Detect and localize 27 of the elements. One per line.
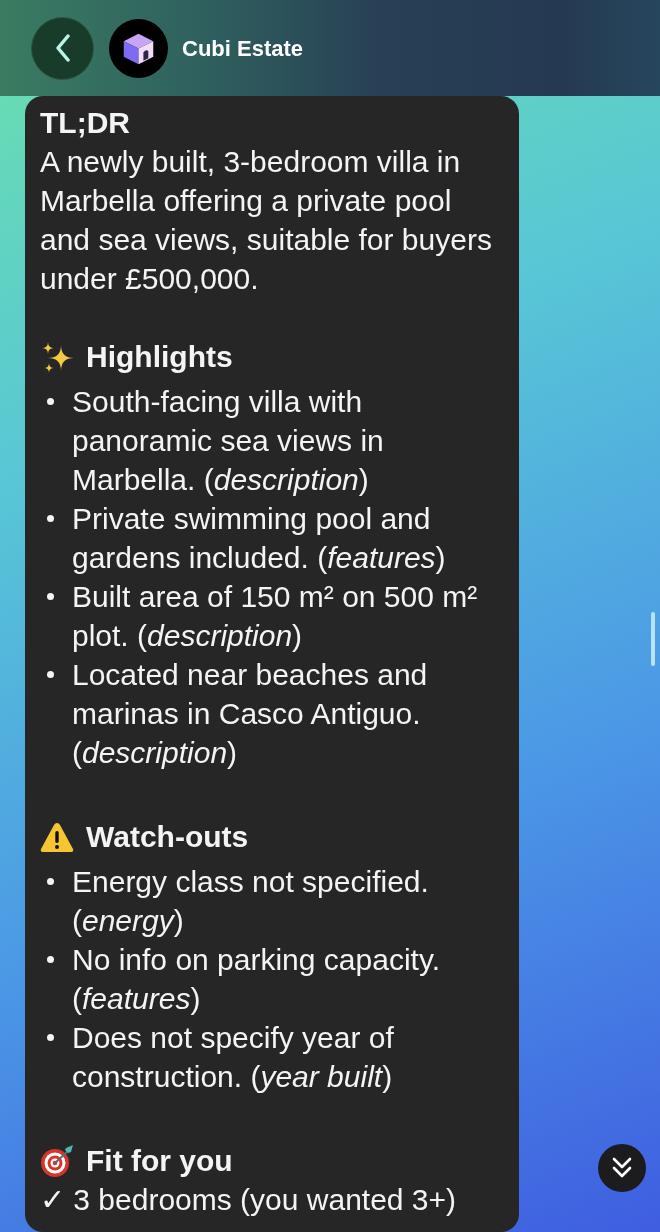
list-item-text: Located near beaches and marinas in Casco Antiguo. (description): [72, 657, 429, 771]
bullet-icon: [47, 1034, 54, 1041]
section-heading: Highlights: [86, 339, 233, 375]
list-item-text: Built area of 150 m² on 500 m² plot. (description): [72, 579, 479, 654]
check-item-text: ✓ 3 bedrooms (you wanted 3+): [40, 1182, 457, 1218]
list-item-text: Does not specify year of construction. (year built): [72, 1020, 395, 1095]
target-icon: [40, 1143, 74, 1178]
bullet-icon: [47, 956, 54, 963]
bullet-icon: [47, 515, 54, 522]
bullet-icon: [47, 878, 54, 885]
section-heading: Watch-outs: [86, 819, 249, 855]
bullet-icon: [47, 593, 54, 600]
summary-heading: TL;DR: [40, 105, 131, 141]
list-item-text: Private swimming pool and gardens included. (features): [72, 501, 447, 576]
cube-logo-icon: [109, 18, 168, 78]
section-heading: Fit for you: [86, 1143, 233, 1179]
chat-title: Cubi Estate: [182, 34, 304, 63]
scroll-indicator: [651, 612, 655, 666]
scroll-down-button[interactable]: [598, 1144, 646, 1192]
summary-text: A newly built, 3-bedroom villa in Marbella offering a private pool and sea views, suitable for buyers under £500,000.: [40, 144, 493, 297]
back-icon: [54, 34, 71, 62]
bullet-icon: [47, 671, 54, 678]
list-item-text: South-facing villa with panoramic sea views in Marbella. (description): [72, 384, 385, 498]
bullet-icon: [47, 398, 54, 405]
list-item-text: No info on parking capacity. (features): [72, 942, 441, 1017]
list-item-text: Energy class not specified. (energy): [72, 864, 430, 939]
double-chevron-down-icon: [612, 1157, 632, 1179]
